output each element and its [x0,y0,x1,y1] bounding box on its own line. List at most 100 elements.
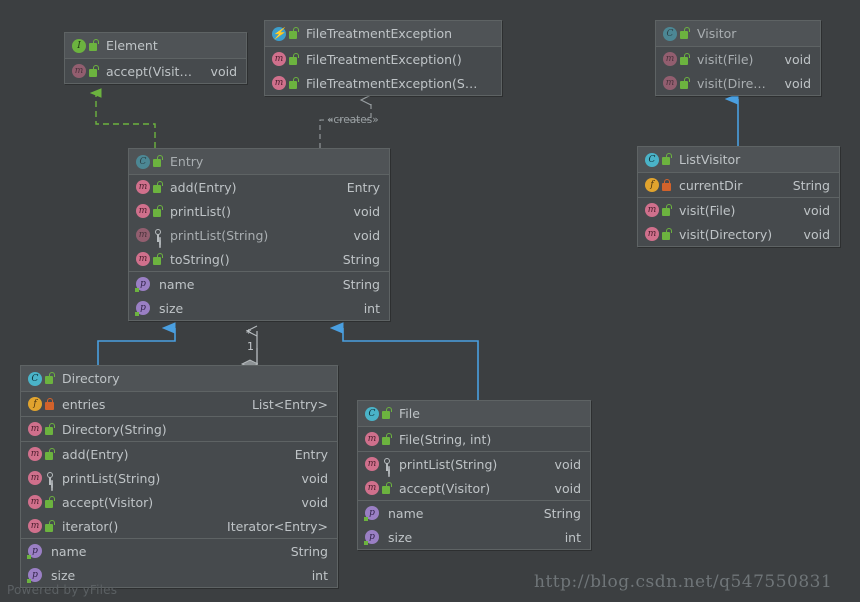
member-row[interactable]: m printList(String) void [129,223,389,247]
node-title-row: C Visitor [656,21,820,46]
method-icon: m [663,76,677,90]
member-row[interactable]: m add(Entry) Entry [21,442,337,466]
node-section-fields: f entries List<Entry> [21,392,337,417]
member-type: String [342,251,380,267]
member-row[interactable]: m toString() String [129,247,389,271]
method-icon: m [28,422,42,436]
multiplicity-star: * [246,327,252,340]
node-section-constructors: m File(String, int) [358,427,590,452]
class-node-file[interactable]: C File m File(String, int) m printList(S… [357,400,591,550]
member-name: name [51,543,87,559]
public-lock-icon [382,432,393,446]
method-icon: m [28,471,42,485]
node-title-listvisitor: ListVisitor [679,152,741,167]
class-icon: C [136,154,150,169]
node-header-directory[interactable]: C Directory [21,366,337,392]
field-icon: f [645,178,659,192]
member-row[interactable]: m accept(Visitor) void [21,490,337,514]
member-type: String [290,543,328,559]
member-name: printList() [170,203,231,219]
public-lock-icon [680,76,691,90]
member-name: File(String, int) [399,431,492,447]
member-row[interactable]: m accept(Visitor) void [358,476,590,500]
member-row[interactable]: f currentDir String [638,173,839,197]
member-row[interactable]: p size int [129,296,389,320]
member-row[interactable]: m Directory(String) [21,417,337,441]
member-type: Entry [294,446,328,462]
member-row[interactable]: m accept(Visitor) void [65,59,246,83]
member-row[interactable]: m printList(String) void [358,452,590,476]
node-header-listvisitor[interactable]: C ListVisitor [638,147,839,173]
node-section-methods: m visit(File) void m visit(Directory) vo… [656,47,820,95]
class-icon: C [663,26,677,41]
public-lock-icon [153,252,164,266]
member-name: add(Entry) [170,179,237,195]
node-title-filetreatmentexception: FileTreatmentException [306,26,453,41]
member-type: Iterator<Entry> [227,518,328,534]
method-icon: m [136,204,150,218]
node-title-entry: Entry [170,154,204,169]
method-icon: m [365,432,379,446]
node-header-element[interactable]: I Element [65,33,246,59]
class-icon: C [365,406,379,421]
public-lock-icon [153,204,164,218]
member-type: void [784,75,811,91]
public-lock-icon [153,155,164,168]
class-node-visitor[interactable]: C Visitor m visit(File) void m visit(Dir… [655,20,821,96]
member-row[interactable]: p name String [21,539,337,563]
member-type: void [301,470,328,486]
node-header-visitor[interactable]: C Visitor [656,21,820,47]
class-node-directory[interactable]: C Directory f entries List<Entry> m Dire… [20,365,338,588]
member-type: List<Entry> [251,396,328,412]
method-icon: m [136,252,150,266]
member-row[interactable]: p name String [358,501,590,525]
public-lock-icon [662,227,673,241]
member-type: int [311,567,328,583]
class-node-element[interactable]: I Element m accept(Visitor) void [64,32,247,84]
public-lock-icon [382,407,393,420]
member-type: String [792,177,830,193]
member-name: visit(Directory) [697,75,771,91]
member-type: void [353,227,380,243]
member-name: toString() [170,251,230,267]
method-icon: m [365,457,379,471]
member-type: Entry [346,179,380,195]
edge-file-extends-entry [343,328,479,400]
member-type: void [803,202,830,218]
member-name: size [159,300,184,316]
member-row[interactable]: m FileTreatmentException(String) [265,71,501,95]
member-row[interactable]: m printList() void [129,199,389,223]
node-header-filetreatmentexception[interactable]: ⚡ FileTreatmentException [265,21,501,47]
public-lock-icon [89,64,100,78]
method-icon: m [28,495,42,509]
member-row[interactable]: p size int [358,525,590,549]
method-icon: m [663,52,677,66]
class-node-entry[interactable]: C Entry m add(Entry) Entry m printList()… [128,148,390,321]
member-row[interactable]: f entries List<Entry> [21,392,337,416]
member-row[interactable]: m printList(String) void [21,466,337,490]
member-row[interactable]: m iterator() Iterator<Entry> [21,514,337,538]
node-section-methods: m FileTreatmentException() m FileTreatme… [265,47,501,95]
public-lock-icon [153,180,164,194]
node-header-file[interactable]: C File [358,401,590,427]
member-type: void [784,51,811,67]
node-header-entry[interactable]: C Entry [129,149,389,175]
member-row[interactable]: m FileTreatmentException() [265,47,501,71]
class-node-filetreatmentexception[interactable]: ⚡ FileTreatmentException m FileTreatment… [264,20,502,96]
protected-key-icon [382,457,393,471]
class-node-listvisitor[interactable]: C ListVisitor f currentDir String m visi… [637,146,840,247]
property-icon: p [135,277,150,292]
member-row[interactable]: m add(Entry) Entry [129,175,389,199]
member-row[interactable]: m visit(File) void [656,47,820,71]
member-row[interactable]: m visit(Directory) void [656,71,820,95]
member-name: FileTreatmentException() [306,51,462,67]
interface-icon: I [72,38,86,53]
member-row[interactable]: m File(String, int) [358,427,590,451]
uml-diagram-canvas[interactable]: «creates» * 1 I Element m accept(Visitor… [0,0,860,602]
member-type: String [543,505,581,521]
member-row[interactable]: p name String [129,272,389,296]
member-row[interactable]: m visit(Directory) void [638,222,839,246]
member-row[interactable]: m visit(File) void [638,198,839,222]
method-icon: m [272,76,286,90]
member-type: void [554,456,581,472]
